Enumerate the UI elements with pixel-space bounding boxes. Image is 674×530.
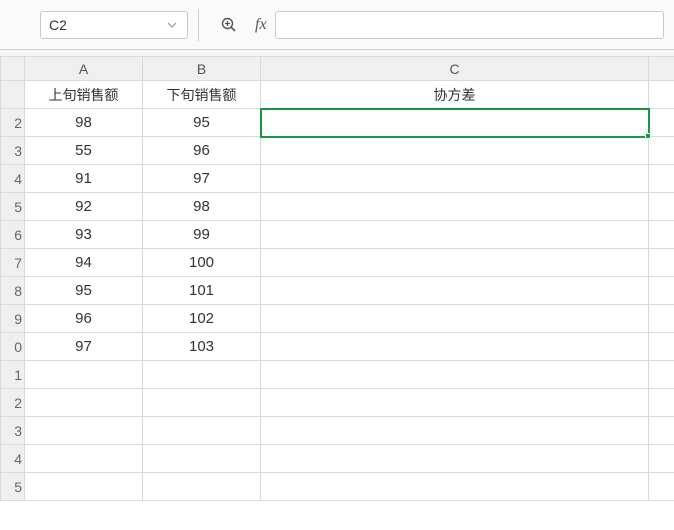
cell-A7[interactable]: 94: [25, 249, 143, 277]
cell[interactable]: [261, 473, 649, 501]
chevron-down-icon[interactable]: [165, 18, 179, 32]
row-header[interactable]: 3: [1, 137, 25, 165]
cell[interactable]: [649, 221, 674, 249]
cell-B3[interactable]: 96: [143, 137, 261, 165]
cell-B2[interactable]: 95: [143, 109, 261, 137]
row-header[interactable]: 5: [1, 193, 25, 221]
cell-C10[interactable]: [261, 333, 649, 361]
cell-A8[interactable]: 95: [25, 277, 143, 305]
select-all-corner[interactable]: [1, 57, 25, 81]
cell[interactable]: [25, 473, 143, 501]
cell-A10[interactable]: 97: [25, 333, 143, 361]
cell[interactable]: [649, 389, 674, 417]
cell-C5[interactable]: [261, 193, 649, 221]
row-header[interactable]: 1: [1, 361, 25, 389]
cell-B7[interactable]: 100: [143, 249, 261, 277]
cell-C2[interactable]: [261, 109, 649, 137]
cell[interactable]: [649, 417, 674, 445]
cell-A9[interactable]: 96: [25, 305, 143, 333]
cell[interactable]: [25, 389, 143, 417]
cell[interactable]: [649, 109, 674, 137]
cell[interactable]: [649, 333, 674, 361]
cell[interactable]: [649, 165, 674, 193]
cell[interactable]: [649, 361, 674, 389]
cell[interactable]: [25, 445, 143, 473]
cell[interactable]: [261, 445, 649, 473]
cell-B4[interactable]: 97: [143, 165, 261, 193]
cell[interactable]: [649, 81, 674, 109]
cell-B1[interactable]: 下旬销售额: [143, 81, 261, 109]
row-header[interactable]: 4: [1, 165, 25, 193]
row-header[interactable]: 5: [1, 473, 25, 501]
row-header[interactable]: 0: [1, 333, 25, 361]
cell-C1[interactable]: 协方差: [261, 81, 649, 109]
cell[interactable]: [649, 193, 674, 221]
cell[interactable]: [261, 417, 649, 445]
toolbar-divider: [198, 9, 199, 41]
row-header[interactable]: 7: [1, 249, 25, 277]
cell-C6[interactable]: [261, 221, 649, 249]
column-header-C[interactable]: C: [261, 57, 649, 81]
name-box-value: C2: [49, 17, 67, 33]
magnifier-icon[interactable]: [219, 15, 239, 35]
cell[interactable]: [649, 445, 674, 473]
row-header[interactable]: 2: [1, 389, 25, 417]
spreadsheet-grid[interactable]: A B C 上旬销售额 下旬销售额 协方差 2 98 95 3 55 96: [0, 56, 674, 530]
cell[interactable]: [649, 305, 674, 333]
name-box[interactable]: C2: [40, 11, 188, 39]
cell[interactable]: [143, 361, 261, 389]
namebox-wrapper: C2: [0, 0, 198, 49]
row-header[interactable]: 4: [1, 445, 25, 473]
cell[interactable]: [649, 249, 674, 277]
cell-C9[interactable]: [261, 305, 649, 333]
cell-A4[interactable]: 91: [25, 165, 143, 193]
column-header-B[interactable]: B: [143, 57, 261, 81]
cell-B5[interactable]: 98: [143, 193, 261, 221]
cell[interactable]: [649, 277, 674, 305]
cell[interactable]: [261, 361, 649, 389]
cell-C7[interactable]: [261, 249, 649, 277]
cell[interactable]: [649, 137, 674, 165]
cell[interactable]: [143, 389, 261, 417]
cell[interactable]: [143, 473, 261, 501]
cell-A6[interactable]: 93: [25, 221, 143, 249]
cell[interactable]: [25, 417, 143, 445]
cell-A1[interactable]: 上旬销售额: [25, 81, 143, 109]
row-header[interactable]: [1, 81, 25, 109]
cell-A2[interactable]: 98: [25, 109, 143, 137]
cell[interactable]: [143, 445, 261, 473]
column-header-A[interactable]: A: [25, 57, 143, 81]
cell[interactable]: [25, 361, 143, 389]
fx-label: fx: [255, 16, 267, 34]
row-header[interactable]: 6: [1, 221, 25, 249]
cell-C8[interactable]: [261, 277, 649, 305]
cell-A3[interactable]: 55: [25, 137, 143, 165]
cell-C4[interactable]: [261, 165, 649, 193]
row-header[interactable]: 8: [1, 277, 25, 305]
column-header-next[interactable]: [649, 57, 674, 81]
row-header[interactable]: 3: [1, 417, 25, 445]
cell-B9[interactable]: 102: [143, 305, 261, 333]
cell-B6[interactable]: 99: [143, 221, 261, 249]
row-header[interactable]: 2: [1, 109, 25, 137]
formula-bar-input[interactable]: [275, 11, 664, 39]
cell[interactable]: [143, 417, 261, 445]
cell-B8[interactable]: 101: [143, 277, 261, 305]
cell[interactable]: [261, 389, 649, 417]
cell-C3[interactable]: [261, 137, 649, 165]
cell-B10[interactable]: 103: [143, 333, 261, 361]
toolbar: C2 fx: [0, 0, 674, 50]
row-header[interactable]: 9: [1, 305, 25, 333]
cell[interactable]: [649, 473, 674, 501]
cell-A5[interactable]: 92: [25, 193, 143, 221]
